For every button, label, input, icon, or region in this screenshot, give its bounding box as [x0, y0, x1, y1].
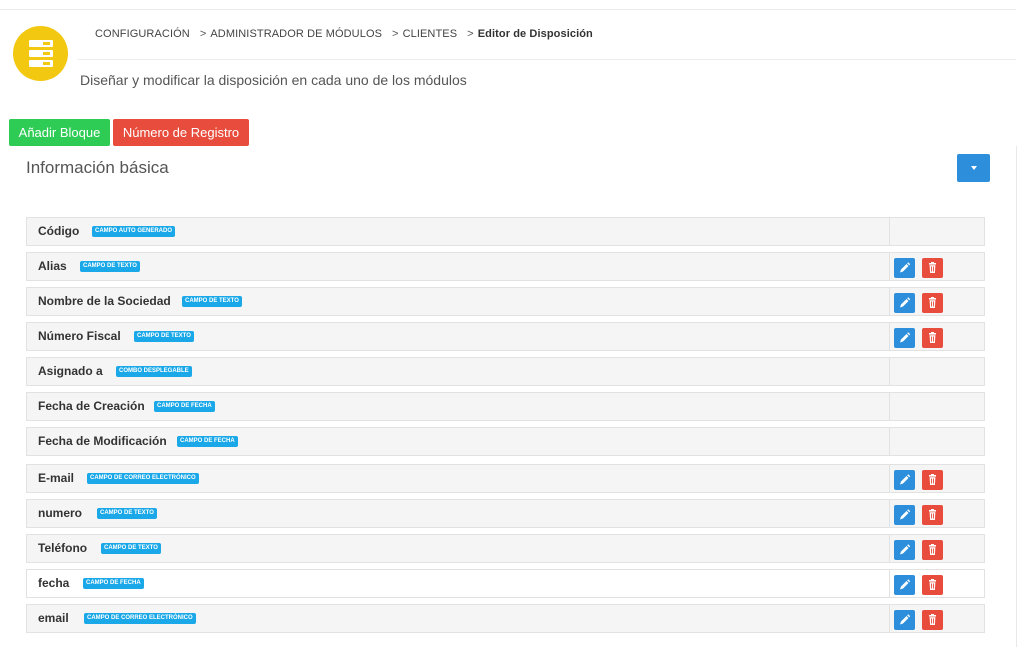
add-block-button[interactable]: Añadir Bloque — [9, 119, 110, 146]
delete-field-button[interactable] — [922, 540, 943, 560]
delete-field-button[interactable] — [922, 328, 943, 348]
row-divider — [889, 570, 890, 597]
field-label: fecha — [38, 576, 70, 590]
row-divider — [889, 253, 890, 280]
field-row[interactable]: Nombre de la Sociedad CAMPO DE TEXTO — [26, 287, 985, 316]
field-type-badge: CAMPO DE TEXTO — [97, 508, 157, 519]
field-type-badge: CAMPO DE TEXTO — [182, 296, 242, 307]
row-divider — [889, 465, 890, 492]
caret-down-icon — [971, 166, 977, 170]
field-row[interactable]: email CAMPO DE CORREO ELECTRÓNICO — [26, 604, 985, 633]
field-label: Número Fiscal — [38, 329, 121, 343]
field-type-badge: CAMPO DE TEXTO — [101, 543, 161, 554]
edit-field-button[interactable] — [894, 610, 915, 630]
breadcrumb-item-administrador[interactable]: ADMINISTRADOR DE MÓDULOS — [210, 28, 382, 40]
row-divider — [889, 605, 890, 632]
field-label: Código — [38, 224, 80, 238]
field-type-badge: CAMPO DE CORREO ELECTRÓNICO — [87, 473, 199, 484]
edit-field-button[interactable] — [894, 575, 915, 595]
field-row[interactable]: fecha CAMPO DE FECHA — [26, 569, 985, 598]
row-divider — [889, 393, 890, 420]
block-title: Información básica — [26, 158, 169, 177]
field-type-badge: CAMPO AUTO GENERADO — [92, 226, 176, 237]
field-row[interactable]: Alias CAMPO DE TEXTO — [26, 252, 985, 281]
delete-field-button[interactable] — [922, 610, 943, 630]
row-divider — [889, 535, 890, 562]
field-type-badge: COMBO DESPLEGABLE — [116, 366, 192, 377]
delete-field-button[interactable] — [922, 470, 943, 490]
field-row[interactable]: E-mail CAMPO DE CORREO ELECTRÓNICO — [26, 464, 985, 493]
field-row[interactable]: Código CAMPO AUTO GENERADO — [26, 217, 985, 246]
module-layout-icon — [13, 26, 68, 81]
field-row[interactable]: Fecha de Creación CAMPO DE FECHA — [26, 392, 985, 421]
edit-field-button[interactable] — [894, 505, 915, 525]
field-label: Asignado a — [38, 364, 103, 378]
delete-field-button[interactable] — [922, 575, 943, 595]
record-number-button[interactable]: Número de Registro — [113, 119, 249, 146]
field-type-badge: CAMPO DE FECHA — [154, 401, 215, 412]
delete-field-button[interactable] — [922, 293, 943, 313]
field-label: email — [38, 611, 69, 625]
field-type-badge: CAMPO DE CORREO ELECTRÓNICO — [84, 613, 196, 624]
row-divider — [889, 358, 890, 385]
breadcrumb-separator: > — [199, 28, 207, 40]
edit-field-button[interactable] — [894, 328, 915, 348]
field-row[interactable]: numero CAMPO DE TEXTO — [26, 499, 985, 528]
row-divider — [889, 500, 890, 527]
breadcrumb-item-current: Editor de Disposición — [477, 28, 593, 40]
row-divider — [889, 323, 890, 350]
field-label: Teléfono — [38, 541, 88, 555]
breadcrumb-separator: > — [467, 28, 474, 40]
field-label: E-mail — [38, 471, 75, 485]
breadcrumb: CONFIGURACIÓN > ADMINISTRADOR DE MÓDULOS > C… — [95, 28, 593, 40]
field-row[interactable]: Número Fiscal CAMPO DE TEXTO — [26, 322, 985, 351]
delete-field-button[interactable] — [922, 505, 943, 525]
row-divider — [889, 218, 890, 245]
field-row[interactable]: Fecha de Modificación CAMPO DE FECHA — [26, 427, 985, 456]
field-label: Fecha de Creación — [38, 399, 145, 413]
block-options-dropdown[interactable] — [957, 154, 990, 182]
field-type-badge: CAMPO DE FECHA — [177, 436, 238, 447]
edit-field-button[interactable] — [894, 293, 915, 313]
block-panel: Información básica Código CAMPO AUTO GENE… — [13, 146, 1017, 647]
field-type-badge: CAMPO DE FECHA — [83, 578, 144, 589]
edit-field-button[interactable] — [894, 258, 915, 278]
row-divider — [889, 428, 890, 455]
field-label: Alias — [38, 259, 67, 273]
field-type-badge: CAMPO DE TEXTO — [134, 331, 194, 342]
header-divider — [78, 59, 1016, 60]
field-row[interactable]: Asignado a COMBO DESPLEGABLE — [26, 357, 985, 386]
page-subtitle: Diseñar y modificar la disposición en ca… — [80, 72, 467, 88]
field-label: numero — [38, 506, 83, 520]
delete-field-button[interactable] — [922, 258, 943, 278]
row-divider — [889, 288, 890, 315]
edit-field-button[interactable] — [894, 540, 915, 560]
breadcrumb-item-clientes[interactable]: CLIENTES — [403, 28, 458, 40]
field-row[interactable]: Teléfono CAMPO DE TEXTO — [26, 534, 985, 563]
field-label: Nombre de la Sociedad — [38, 294, 171, 308]
edit-field-button[interactable] — [894, 470, 915, 490]
breadcrumb-item-configuracion[interactable]: CONFIGURACIÓN — [95, 28, 190, 40]
field-label: Fecha de Modificación — [38, 434, 167, 448]
top-divider — [0, 9, 1016, 10]
field-type-badge: CAMPO DE TEXTO — [80, 261, 140, 272]
breadcrumb-separator: > — [392, 28, 399, 40]
